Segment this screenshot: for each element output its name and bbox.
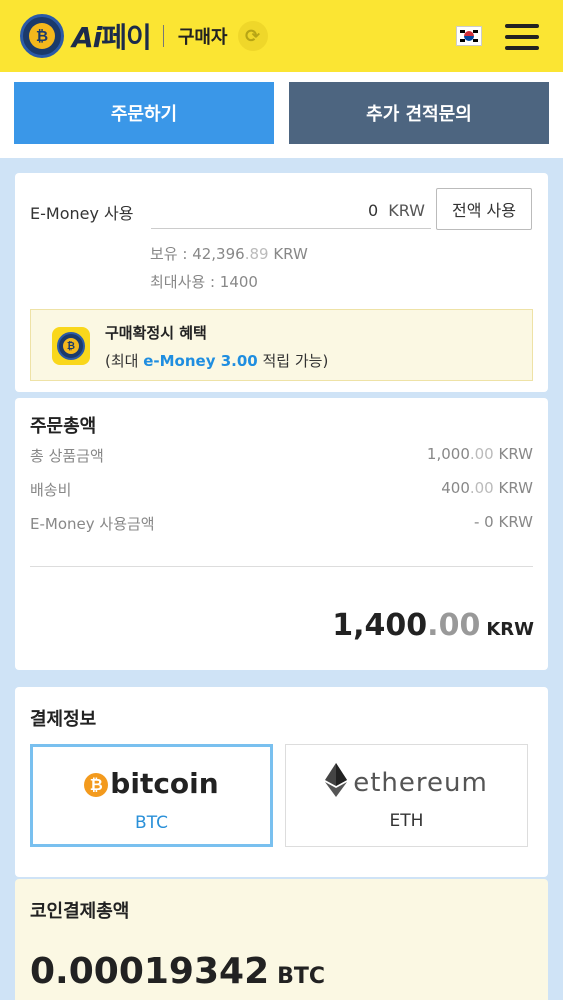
refresh-icon[interactable]: ⟳ [237,21,268,51]
summary-row-products: 총 상품금액 1,000.00 KRW [30,445,533,465]
tab-additional-quote[interactable]: 추가 견적문의 [289,82,549,144]
emoney-amount-input[interactable]: 0 KRW [151,193,431,229]
order-total-title: 주문총액 [30,416,97,437]
user-role-label: 구매자 [177,27,228,48]
tab-bar: 주문하기 추가 견적문의 [0,72,563,158]
summary-divider [30,566,533,567]
emoney-card: E-Money 사용 0 KRW 전액 사용 보유 : 42,396.89 KR… [15,173,548,392]
header: ₿ Ai페이 구매자 ⟳ [0,0,563,72]
coin-total-amount: 0.00019342 BTC [30,951,326,992]
btc-code-label: BTC [135,813,168,833]
emoney-balance: 보유 : 42,396.89 KRW [150,245,308,263]
coin-total-card: 코인결제총액 0.00019342 BTC [15,879,548,1000]
purchase-benefit-box: ₿ 구매확정시 혜택 (최대 e-Money 3.00 적립 가능) [30,309,533,381]
tab-order[interactable]: 주문하기 [14,82,274,144]
order-summary-card: 주문총액 총 상품금액 1,000.00 KRW 배송비 400.00 KRW … [15,398,548,670]
pay-option-eth[interactable]: ethereum ETH [285,744,528,847]
emoney-amount-value: 0 [368,201,379,220]
bitcoin-logo: ₿ bitcoin [33,767,270,800]
hamburger-menu-icon[interactable] [505,24,539,50]
header-divider [162,25,164,47]
emoney-label: E-Money 사용 [30,204,134,223]
benefit-title: 구매확정시 혜택 [105,324,207,342]
summary-row-emoney: E-Money 사용금액 - 0 KRW [30,513,533,533]
coin-total-title: 코인결제총액 [30,901,130,922]
summary-row-shipping: 배송비 400.00 KRW [30,479,533,499]
korea-flag-icon[interactable] [456,26,482,46]
emoney-max-use: 최대사용 : 1400 [150,273,258,291]
payment-info-title: 결제정보 [30,709,97,730]
eth-code-label: ETH [389,811,424,831]
benefit-desc: (최대 e-Money 3.00 적립 가능) [105,352,329,370]
ethereum-diamond-icon [325,763,348,797]
payment-info-card: 결제정보 ₿ bitcoin BTC ethereum ETH [15,687,548,877]
brand-logo[interactable]: Ai페이 [72,16,152,56]
pay-option-btc[interactable]: ₿ bitcoin BTC [30,744,273,847]
ethereum-logo: ethereum [286,763,527,798]
active-tab-indicator [14,144,274,158]
emoney-amount-unit: KRW [388,201,425,220]
order-grand-total: 1,400.00 KRW [332,608,534,643]
use-all-button[interactable]: 전액 사용 [436,188,532,230]
coin-logo-icon[interactable]: ₿ [20,14,64,58]
coin-badge-icon: ₿ [52,327,90,365]
